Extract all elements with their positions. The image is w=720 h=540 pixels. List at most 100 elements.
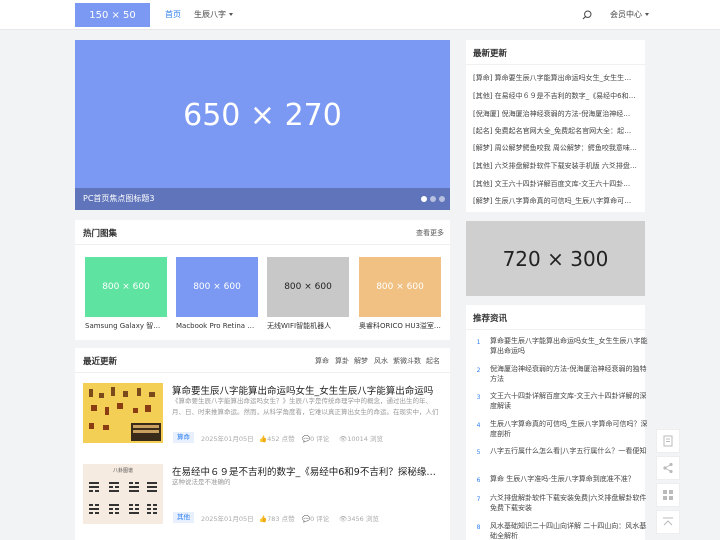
views-count: 3456 浏览 [347,515,379,523]
gallery-more-link[interactable]: 查看更多 [416,228,444,238]
views-count: 10014 浏览 [347,435,384,443]
gallery-thumb-1[interactable]: 800 × 600 [85,257,167,317]
rec-number-3: 3 [474,393,483,402]
site-logo[interactable]: 150 × 50 [75,3,150,27]
rec-number-1: 1 [474,338,483,347]
tab-qiming[interactable]: 起名 [426,356,440,366]
latest-title: 最新更新 [473,49,508,59]
back-to-top-icon [663,517,673,526]
rec-number-4: 4 [474,421,483,430]
latest-item-8[interactable]: [解梦] 生辰八字算命真的可信吗_生辰八字算命可信吗 [473,196,637,206]
rec-item-2[interactable]: 倪海厦治神经衰弱的方法-倪海厦治神经衰弱的独特方法 [490,364,648,384]
thumbs-up-icon: 👍 [259,515,268,523]
comment-icon: 💬 [302,435,311,443]
article-likes-1[interactable]: 👍452 点赞 [259,433,295,443]
bagua-chart-image [89,482,157,514]
rec-item-4[interactable]: 生辰八字算命真的可信吗_生辰八字算命可信吗？深度剖析 [490,419,648,439]
recent-title: 最近更新 [83,357,118,367]
latest-item-6[interactable]: [其他] 六爻排盘解卦软件下载安装手机版 六爻排盘解卦软件下载 [473,161,637,171]
tab-fengshui[interactable]: 风水 [374,356,388,366]
member-center-label: 会员中心 [610,10,642,19]
bagua-chart-label: 八卦图谱 [112,468,133,474]
gallery-thumb-2[interactable]: 800 × 600 [176,257,258,317]
gallery-thumb-4[interactable]: 800 × 600 [359,257,441,317]
divider [466,329,645,330]
gallery-label-3[interactable]: 无线WIFI智能机器人 [267,321,349,331]
edit-icon [663,435,673,447]
gallery-label-1[interactable]: Samsung Galaxy 智能手机 [85,321,167,331]
nav-bazi[interactable]: 生辰八字 [194,0,233,30]
rec-number-2: 2 [474,366,483,375]
latest-item-7[interactable]: [其他] 文王六十四卦详解百度文库-文王六十四卦详解 [473,179,637,189]
recommend-title: 推荐资讯 [473,314,508,324]
article-summary-1: 《算命要生辰八字能算出命运吗女生？》生辰八字是传统命理学中的概念，通过出生的年、… [172,397,439,416]
rec-item-5[interactable]: 八字五行属什么怎么看|八字五行属什么？一看便知 [490,446,648,456]
grid-icon [663,490,673,500]
rec-item-3[interactable]: 文王六十四卦详解百度文库-文王六十四卦详解的深度解读 [490,391,648,411]
search-icon[interactable] [582,10,592,20]
gallery-title: 热门图集 [83,229,118,239]
latest-item-3[interactable]: [倪海厦] 倪海厦治神经衰弱的方法-倪海厦治神经衰弱的独特方法 [473,109,637,119]
nav-bazi-label: 生辰八字 [194,10,226,19]
calligraphy-image [83,383,163,443]
likes-count: 783 点赞 [267,515,295,523]
latest-item-5[interactable]: [解梦] 周公解梦鳄鱼咬我 周公解梦：鳄鱼咬我意味着什么 [473,143,637,153]
chevron-down-icon [645,13,649,16]
latest-item-1[interactable]: [算命] 算命要生辰八字能算出命运吗女生_女生生辰八字能算出命运吗 [473,73,637,83]
rec-number-7: 7 [474,495,483,504]
rec-number-8: 8 [474,523,483,532]
article-views-2: 👁3456 浏览 [339,513,379,523]
article-thumb-1[interactable] [83,383,163,443]
divider [75,372,450,373]
divider [75,244,450,245]
slider-dot-2[interactable] [430,196,436,202]
slider-image-placeholder: 650 × 270 [183,97,342,133]
divider [466,64,645,65]
share-icon [663,462,673,474]
slider-dot-3[interactable] [439,196,445,202]
likes-count: 452 点赞 [267,435,295,443]
article-comments-2[interactable]: 💬0 评论 [302,513,329,523]
comment-icon: 💬 [302,515,311,523]
back-to-top-button[interactable] [656,510,680,534]
latest-item-4[interactable]: [起名] 免费起名官网大全_免费起名官网大全：起名好帮手 [473,126,637,136]
ad-banner-placeholder[interactable]: 720 × 300 [466,221,645,296]
article-thumb-2[interactable]: 八卦图谱 [83,464,163,524]
edit-button[interactable] [656,429,680,453]
nav-home[interactable]: 首页 [165,0,181,30]
article-likes-2[interactable]: 👍783 点赞 [259,513,295,523]
article-title-2[interactable]: 在易经中６９是不吉利的数字_《易经中6和9不吉利？探秘缘由》 [172,464,442,478]
article-category-1[interactable]: 算命 [173,432,194,443]
article-title-1[interactable]: 算命要生辰八字能算出命运吗女生_女生生辰八字能算出命运吗 [172,383,442,397]
rec-number-5: 5 [474,448,483,457]
rec-item-7[interactable]: 六爻排盘解卦软件下载安装免费|六爻排盘解卦软件免费下载安装 [490,493,648,513]
article-comments-1[interactable]: 💬0 评论 [302,433,329,443]
comments-count: 0 评论 [310,515,330,523]
rec-item-1[interactable]: 算命要生辰八字能算出命运吗女生_女生生辰八字能算出命运吗 [490,336,648,356]
rec-item-8[interactable]: 风水基础知识二十四山向详解 二十四山向：风水基础全解析 [490,521,648,540]
article-category-2[interactable]: 其他 [173,512,194,523]
tab-jiemeng[interactable]: 解梦 [354,356,368,366]
tab-suangua[interactable]: 算卦 [335,356,349,366]
latest-item-2[interactable]: [其他] 在易经中６９是不吉利的数字_《易经中6和9不吉利？探秘缘由》 [473,91,637,101]
chevron-down-icon [229,13,233,16]
grid-button[interactable] [656,483,680,507]
thumbs-up-icon: 👍 [259,435,268,443]
rec-item-6[interactable]: 算命 生辰八字准吗-生辰八字算命到底准不准？ [490,474,648,484]
article-date-2: 2025年01月05日 [201,515,254,523]
member-center-menu[interactable]: 会员中心 [610,0,649,30]
hero-slider[interactable]: 650 × 270 PC首页焦点图标题3 [75,40,450,210]
gallery-thumb-3[interactable]: 800 × 600 [267,257,349,317]
article-summary-2: 这种说法是不准确的 [172,478,231,486]
gallery-label-2[interactable]: Macbook Pro Retina 笔记本 [176,321,258,331]
tab-ziwei[interactable]: 紫微斗数 [393,356,421,366]
tab-suanming[interactable]: 算命 [315,356,329,366]
gallery-label-4[interactable]: 奥睿科ORICO HU3溢室集线器 [359,321,441,331]
slider-dot-1[interactable] [421,196,427,202]
article-date-1: 2025年01月05日 [201,435,254,443]
slider-caption[interactable]: PC首页焦点图标题3 [75,188,450,210]
comments-count: 0 评论 [310,435,330,443]
share-button[interactable] [656,456,680,480]
article-views-1: 👁10014 浏览 [339,433,383,443]
rec-number-6: 6 [474,476,483,485]
